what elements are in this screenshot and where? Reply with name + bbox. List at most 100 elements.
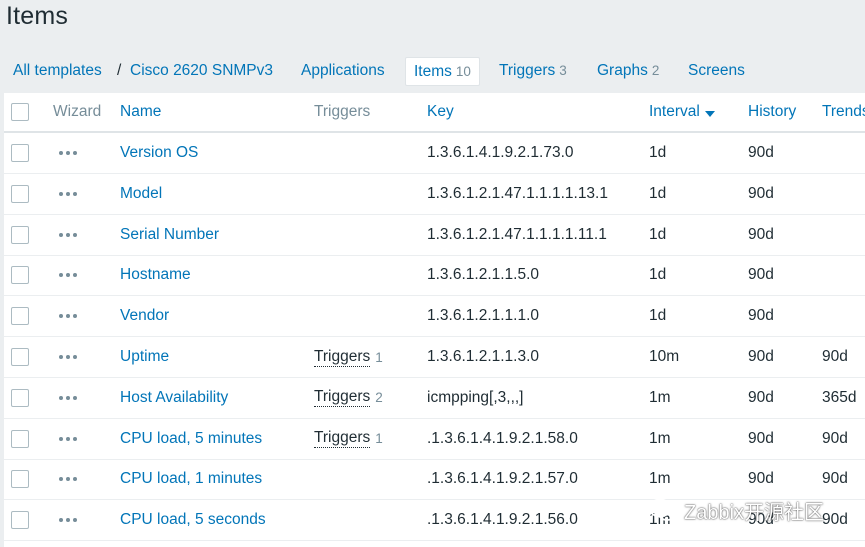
wizard-more-icon[interactable] — [59, 355, 77, 359]
row-checkbox[interactable] — [11, 388, 29, 407]
item-key: 1.3.6.1.2.1.1.3.0 — [427, 348, 540, 365]
header-name-sort[interactable]: Name — [120, 103, 161, 121]
item-history: 90d — [748, 184, 774, 202]
table-row: Model 1.3.6.1.2.1.47.1.1.1.1.13.1 1d 90d — [4, 174, 865, 215]
item-name-link[interactable]: Serial Number — [120, 226, 219, 244]
breadcrumb-all-templates[interactable]: All templates — [13, 62, 102, 80]
breadcrumb-separator: / — [117, 62, 122, 79]
header-key-sort[interactable]: Key — [427, 103, 454, 121]
item-interval: 1m — [649, 470, 671, 488]
item-interval: 1d — [649, 225, 667, 243]
item-key: .1.3.6.1.4.1.9.2.1.57.0 — [427, 470, 578, 488]
item-history: 90d — [748, 429, 774, 447]
row-checkbox[interactable] — [11, 348, 29, 366]
trigger-count: 1 — [375, 431, 383, 447]
tab-items[interactable]: Items 10 — [405, 57, 480, 86]
item-key: 1.3.6.1.4.1.9.2.1.73.0 — [427, 144, 574, 161]
items-table: Wizard Name Triggers Key Interval Histor… — [4, 93, 865, 547]
item-interval: 10m — [649, 348, 680, 365]
table-row: Uptime Triggers 1 1.3.6.1.2.1.1.3.0 10m 90d 90… — [4, 337, 865, 378]
item-history: 90d — [748, 266, 774, 284]
wizard-more-icon[interactable] — [59, 395, 77, 400]
item-name-link[interactable]: CPU load, 5 minutes — [120, 430, 262, 448]
item-key: 1.3.6.1.2.1.1.1.0 — [427, 307, 540, 325]
triggers-link[interactable]: Triggers — [314, 348, 371, 367]
item-key: 1.3.6.1.2.1.47.1.1.1.1.13.1 — [427, 184, 608, 202]
row-checkbox[interactable] — [11, 429, 29, 448]
wizard-more-icon[interactable] — [59, 314, 77, 319]
tab-graphs-count: 2 — [651, 63, 660, 78]
tab-triggers[interactable]: Triggers 3 — [499, 62, 567, 80]
item-key: icmpping[,3,,,] — [427, 388, 524, 406]
header-wizard: Wizard — [53, 103, 102, 120]
item-history: 90d — [748, 388, 774, 406]
item-name-link[interactable]: Vendor — [120, 307, 169, 325]
tab-applications[interactable]: Applications — [301, 62, 385, 80]
item-history: 90d — [748, 470, 774, 488]
item-name-link[interactable]: Hostname — [120, 266, 191, 284]
item-interval: 1d — [649, 266, 667, 284]
row-checkbox[interactable] — [11, 225, 29, 244]
item-history: 90d — [748, 348, 774, 365]
trigger-count: 2 — [375, 390, 383, 406]
item-key: 1.3.6.1.2.1.1.5.0 — [427, 266, 540, 284]
item-interval: 1m — [649, 388, 671, 406]
wizard-more-icon[interactable] — [59, 273, 77, 278]
table-row: Host Availability Triggers 2 icmpping[,3,,,… — [4, 378, 865, 419]
page-title: Items — [6, 2, 69, 30]
item-trends: 90d — [822, 470, 848, 488]
row-checkbox[interactable] — [11, 470, 29, 489]
header-triggers: Triggers — [314, 103, 371, 120]
header-trends-sort[interactable]: Trends — [822, 103, 865, 121]
item-key: 1.3.6.1.2.1.47.1.1.1.1.11.1 — [427, 225, 607, 243]
select-all-checkbox[interactable] — [11, 103, 29, 121]
triggers-link[interactable]: Triggers — [314, 388, 371, 408]
item-interval: 1m — [649, 429, 671, 447]
wizard-more-icon[interactable] — [59, 518, 77, 523]
wizard-more-icon[interactable] — [59, 436, 77, 441]
item-name-link[interactable]: Model — [120, 185, 162, 203]
item-name-link[interactable]: Host Availability — [120, 389, 228, 407]
wizard-more-icon[interactable] — [59, 232, 77, 237]
wizard-more-icon[interactable] — [59, 477, 77, 482]
item-trends: 365d — [822, 388, 857, 406]
row-checkbox[interactable] — [11, 307, 29, 326]
item-history: 90d — [748, 307, 774, 325]
table-header: Wizard Name Triggers Key Interval Histor… — [4, 93, 865, 133]
item-name-link[interactable]: CPU load, 1 minutes — [120, 470, 262, 488]
host-navigation: All templates / Cisco 2620 SNMPv3 Applic… — [0, 56, 865, 86]
table-row: Vendor 1.3.6.1.2.1.1.1.0 1d 90d — [4, 296, 865, 338]
item-name-link[interactable]: Version OS — [120, 144, 198, 162]
item-history: 90d — [748, 511, 774, 529]
item-key: .1.3.6.1.4.1.9.2.1.56.0 — [427, 511, 578, 529]
row-checkbox[interactable] — [11, 184, 29, 203]
wizard-more-icon[interactable] — [59, 191, 77, 196]
item-name-link[interactable]: Uptime — [120, 348, 169, 366]
item-history: 90d — [748, 225, 774, 243]
item-trends: 90d — [822, 511, 848, 529]
item-key: .1.3.6.1.4.1.9.2.1.58.0 — [427, 429, 578, 447]
row-checkbox[interactable] — [11, 144, 29, 162]
wizard-more-icon[interactable] — [59, 151, 77, 155]
header-interval-sort[interactable]: Interval — [649, 103, 715, 121]
tab-triggers-count: 3 — [559, 63, 567, 78]
item-interval: 1d — [649, 184, 667, 202]
table-row: Serial Number 1.3.6.1.2.1.47.1.1.1.1.11.1… — [4, 215, 865, 256]
header-history-sort[interactable]: History — [748, 103, 796, 121]
triggers-link[interactable]: Triggers — [314, 429, 371, 449]
item-interval: 1d — [649, 307, 667, 325]
row-checkbox[interactable] — [11, 266, 29, 285]
row-checkbox[interactable] — [11, 511, 29, 530]
tab-items-count: 10 — [455, 64, 471, 79]
tab-graphs[interactable]: Graphs 2 — [597, 62, 659, 80]
table-row: CPU load, 5 minutes Triggers 1 .1.3.6.1.4.1… — [4, 419, 865, 460]
table-row: CPU load, 5 seconds .1.3.6.1.4.1.9.2.1.56… — [4, 500, 865, 542]
breadcrumb-host[interactable]: Cisco 2620 SNMPv3 — [130, 62, 273, 80]
item-history: 90d — [748, 144, 774, 161]
table-row: CPU load, 1 minutes .1.3.6.1.4.1.9.2.1.57… — [4, 459, 865, 501]
item-name-link[interactable]: CPU load, 5 seconds — [120, 511, 266, 529]
item-trends: 90d — [822, 429, 848, 447]
table-row: Version OS 1.3.6.1.4.1.9.2.1.73.0 1d 90d — [4, 133, 865, 174]
tab-screens[interactable]: Screens — [688, 62, 745, 80]
table-row: Hostname 1.3.6.1.2.1.1.5.0 1d 90d — [4, 255, 865, 297]
